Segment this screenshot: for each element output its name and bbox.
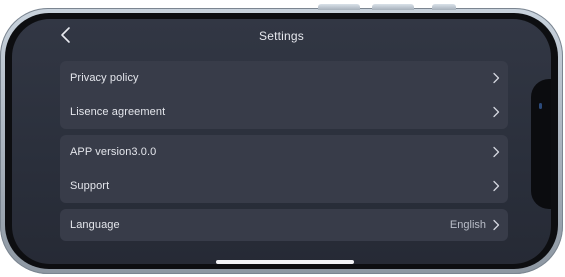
language-row[interactable]: Language English <box>60 209 508 241</box>
language-value: English <box>449 219 486 231</box>
home-indicator[interactable] <box>216 260 354 264</box>
support-row[interactable]: Support <box>60 169 508 203</box>
settings-screen: Settings Privacy policy Lisence agreemen… <box>12 19 551 264</box>
privacy-policy-row[interactable]: Privacy policy <box>60 61 508 95</box>
settings-group-about: APP version3.0.0 Support <box>60 135 508 203</box>
chevron-right-icon <box>492 180 500 192</box>
row-label: APP version3.0.0 <box>70 146 157 158</box>
settings-group-legal: Privacy policy Lisence agreement <box>60 61 508 129</box>
licence-agreement-row[interactable]: Lisence agreement <box>60 95 508 129</box>
row-label: Support <box>70 180 110 192</box>
camera-icon <box>539 103 542 109</box>
page-title: Settings <box>259 29 304 43</box>
chevron-right-icon <box>492 72 500 84</box>
volume-down-button <box>372 4 414 10</box>
volume-up-button <box>318 4 360 10</box>
chevron-right-icon <box>492 219 500 231</box>
row-label: Lisence agreement <box>70 106 166 118</box>
row-label: Privacy policy <box>70 72 139 84</box>
camera-notch <box>531 79 551 209</box>
side-button <box>432 4 456 10</box>
app-version-row[interactable]: APP version3.0.0 <box>60 135 508 169</box>
chevron-right-icon <box>492 146 500 158</box>
settings-group-language: Language English <box>60 209 508 241</box>
row-label: Language <box>70 219 120 231</box>
chevron-right-icon <box>492 106 500 118</box>
